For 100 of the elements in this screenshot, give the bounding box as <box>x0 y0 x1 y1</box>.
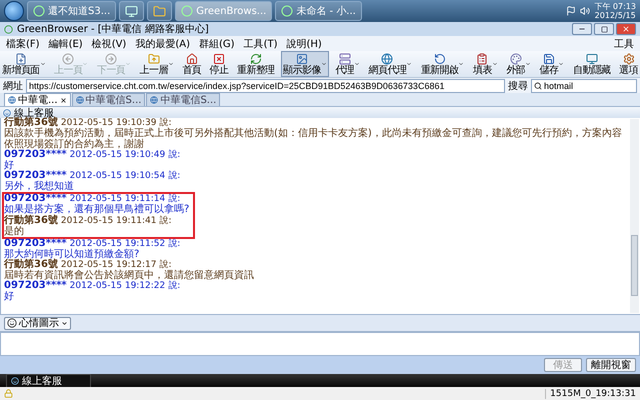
said-label: 說: <box>168 150 180 160</box>
menu-item[interactable]: 群組(G) <box>199 36 235 50</box>
toolbar-button[interactable]: 填表 <box>470 51 500 77</box>
agent-icon <box>3 108 11 116</box>
menu-item[interactable]: 說明(H) <box>286 36 322 50</box>
image-icon <box>296 52 308 64</box>
app-icon <box>281 5 294 17</box>
flag-icon <box>566 6 576 16</box>
said-label: 說: <box>168 171 180 181</box>
message-input[interactable] <box>0 332 640 356</box>
globe-icon <box>76 96 84 104</box>
taskbar-button[interactable]: 未命名 - 小... <box>275 1 362 21</box>
message-text: 另外，我想知道 <box>4 181 75 192</box>
status-text: 1515M_0_19:13:31 <box>545 388 636 398</box>
refresh-icon <box>250 52 262 64</box>
said-label: 說: <box>168 281 180 291</box>
folder-icon <box>153 4 166 18</box>
address-field[interactable]: https://customerservice.cht.com.tw/eservice/index.jsp?serviceID=25CBD91BD52463B9D0636733C6861 <box>26 78 505 92</box>
stop-icon <box>213 52 226 64</box>
said-label: 說: <box>160 216 172 226</box>
maximize-button[interactable] <box>594 23 614 35</box>
menu-item[interactable]: 工具(T) <box>244 36 278 50</box>
sender-name: 097203**** <box>4 194 67 204</box>
toolbar-button[interactable]: 網頁代理 <box>366 51 414 77</box>
globe-icon <box>8 96 16 104</box>
clipboard-icon <box>476 52 488 64</box>
monitor-icon <box>125 4 138 18</box>
menu-item[interactable]: 工具 <box>614 36 634 50</box>
message-time: 2012-05-15 19:10:49 <box>70 150 166 160</box>
search-label: 搜尋 <box>508 80 528 92</box>
message-time: 2012-05-15 19:11:52 <box>70 239 166 249</box>
start-button[interactable] <box>4 1 24 21</box>
taskbar-button[interactable] <box>119 1 144 21</box>
message-time: 2012-05-15 19:11:14 <box>70 194 166 204</box>
message-time: 2012-05-15 19:12:22 <box>70 281 166 291</box>
search-icon <box>534 82 542 90</box>
app-icon <box>181 5 194 17</box>
message-text: 如果是搭方案，還有那個早鳥禮可以拿嗎? <box>4 204 190 215</box>
toolbar-button[interactable]: 首頁 <box>180 51 204 77</box>
browser-tab[interactable]: 中華電信S... <box>72 93 146 106</box>
clock-time: 下午 07:13 <box>594 2 636 11</box>
action-button[interactable]: 離開視窗 <box>586 358 636 372</box>
close-button[interactable] <box>616 23 636 35</box>
said-label: 說: <box>168 239 180 249</box>
caret-icon <box>61 320 68 326</box>
toolbar-button[interactable]: 重新整理 <box>235 51 277 77</box>
sender-name: 097203**** <box>4 150 67 160</box>
agent-icon <box>11 377 19 385</box>
scrollbar[interactable] <box>630 119 639 313</box>
minimize-button[interactable] <box>572 23 592 35</box>
browser-tab[interactable]: 中華電信S... <box>146 93 220 106</box>
toolbar-button[interactable]: 自動隱藏 <box>570 51 613 77</box>
search-field[interactable]: hotmail <box>531 78 637 92</box>
app-icon <box>4 24 13 34</box>
toolbar-button[interactable]: 代理 <box>333 51 362 77</box>
window-title: GreenBrowser - [中華電信 網路客服中心] <box>17 22 209 36</box>
globe-icon <box>381 52 394 64</box>
undo-icon <box>434 52 446 64</box>
said-label: 說: <box>168 194 180 204</box>
toolbar-button[interactable]: 顯示影像 <box>281 51 329 77</box>
message-text: 好 <box>4 160 14 171</box>
toolbar-button[interactable]: 新增頁面 <box>0 51 48 77</box>
menu-item[interactable]: 編輯(E) <box>48 36 83 50</box>
maximize-icon <box>600 26 608 32</box>
home-icon <box>186 52 198 64</box>
toolbar-button[interactable]: 儲存 <box>538 51 566 77</box>
server-icon <box>338 52 351 64</box>
sender-name: 097203**** <box>4 171 67 181</box>
menu-item[interactable]: 檔案(F) <box>6 36 40 50</box>
taskbar-button[interactable]: 還不知道S3... <box>27 1 116 21</box>
sender-name: 097203**** <box>4 239 67 249</box>
toolbar-button[interactable]: 重新開啟 <box>418 51 466 77</box>
message-text: 好 <box>4 291 15 302</box>
clock-date: 2012/5/15 <box>594 11 636 20</box>
toolbar-button[interactable]: 上一層 <box>138 51 176 77</box>
message-text: 因該款手機為預約活動，屆時正式上市後可另外搭配其他活動(如：信用卡卡友方案)，此尚未有預繳金可查詢，建議您可先行預約，方案內容依照現場簽訂的合約為主，謝謝 <box>4 128 623 150</box>
message-time: 2012-05-15 19:11:41 <box>60 216 157 226</box>
close-icon <box>622 25 630 33</box>
menu-item[interactable]: 我的最愛(A) <box>135 36 190 50</box>
toolbar-button[interactable]: 選項 <box>617 51 640 77</box>
app-icon <box>33 5 45 17</box>
message-text: 屆時若有資訊將會公告於該網頁中，還請您留意網頁資訊 <box>4 270 255 281</box>
palette-icon <box>510 52 522 64</box>
message-text: 是的 <box>4 226 25 237</box>
close-icon[interactable] <box>60 96 67 104</box>
browser-tab[interactable]: 中華電... <box>4 93 71 106</box>
lock-icon <box>4 389 13 398</box>
monitor-icon <box>586 52 598 64</box>
menu-item[interactable]: 檢視(V) <box>92 36 126 50</box>
toolbar-button[interactable]: 停止 <box>208 51 230 77</box>
address-label: 網址 <box>3 80 23 92</box>
panel-tab[interactable]: 線上客服 <box>6 374 91 387</box>
save-icon <box>543 52 556 64</box>
sender-name: 097203**** <box>4 281 67 291</box>
message-time: 2012-05-15 19:12:17 <box>60 260 157 270</box>
taskbar-button[interactable] <box>147 1 172 21</box>
mood-button[interactable]: 心情圖示 <box>4 316 71 330</box>
toolbar-button[interactable]: 外部 <box>504 51 534 77</box>
said-label: 說: <box>160 118 172 128</box>
message-text: 那大約何時可以知道預繳金額? <box>4 249 140 260</box>
